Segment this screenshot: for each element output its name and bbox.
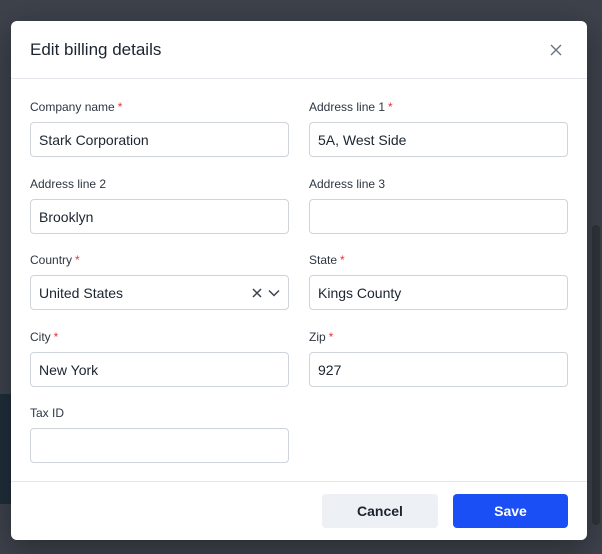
address-line-1-label: Address line 1 * [309, 100, 393, 114]
company-name-field: Company name * [30, 100, 289, 157]
address-line-3-label: Address line 3 [309, 177, 386, 191]
address-line-1-input[interactable] [309, 122, 568, 157]
zip-label: Zip * [309, 330, 334, 344]
company-name-input[interactable] [30, 122, 289, 157]
tax-id-field: Tax ID [30, 406, 289, 463]
background-scrollbar [592, 225, 600, 525]
tax-id-input[interactable] [30, 428, 289, 463]
company-name-label: Company name * [30, 100, 123, 114]
state-input[interactable] [309, 275, 568, 310]
zip-input[interactable] [309, 352, 568, 387]
save-button[interactable]: Save [453, 494, 568, 528]
close-icon [550, 44, 562, 55]
country-select-value: United States [39, 284, 124, 301]
modal-footer: Cancel Save [11, 481, 587, 540]
address-line-3-field: Address line 3 [309, 177, 568, 234]
country-field: Country * United States [30, 253, 289, 310]
country-select[interactable]: United States [30, 275, 289, 310]
modal-body: Company name* Address line 1* Address li… [11, 79, 587, 481]
modal-title: Edit billing details [30, 39, 162, 59]
city-input[interactable] [30, 352, 289, 387]
state-label: State * [309, 253, 345, 267]
country-select-controls [252, 287, 280, 298]
address-line-3-input[interactable] [309, 199, 568, 234]
address-line-1-field: Address line 1 * [309, 100, 568, 157]
zip-field: Zip * [309, 330, 568, 387]
close-button[interactable] [545, 39, 567, 61]
address-line-2-field: Address line 2 [30, 177, 289, 234]
city-label: City * [30, 330, 59, 344]
modal-header: Edit billing details [11, 21, 587, 79]
cancel-button[interactable]: Cancel [322, 494, 438, 528]
address-line-2-label: Address line 2 [30, 177, 107, 191]
country-label: Country * [30, 253, 80, 267]
state-field: State * [309, 253, 568, 310]
clear-icon[interactable] [252, 287, 262, 298]
city-field: City * [30, 330, 289, 387]
chevron-down-icon[interactable] [268, 289, 280, 297]
tax-id-label: Tax ID [30, 406, 65, 420]
edit-billing-modal: Edit billing details Company name* Addre… [11, 21, 587, 540]
address-line-2-input[interactable] [30, 199, 289, 234]
